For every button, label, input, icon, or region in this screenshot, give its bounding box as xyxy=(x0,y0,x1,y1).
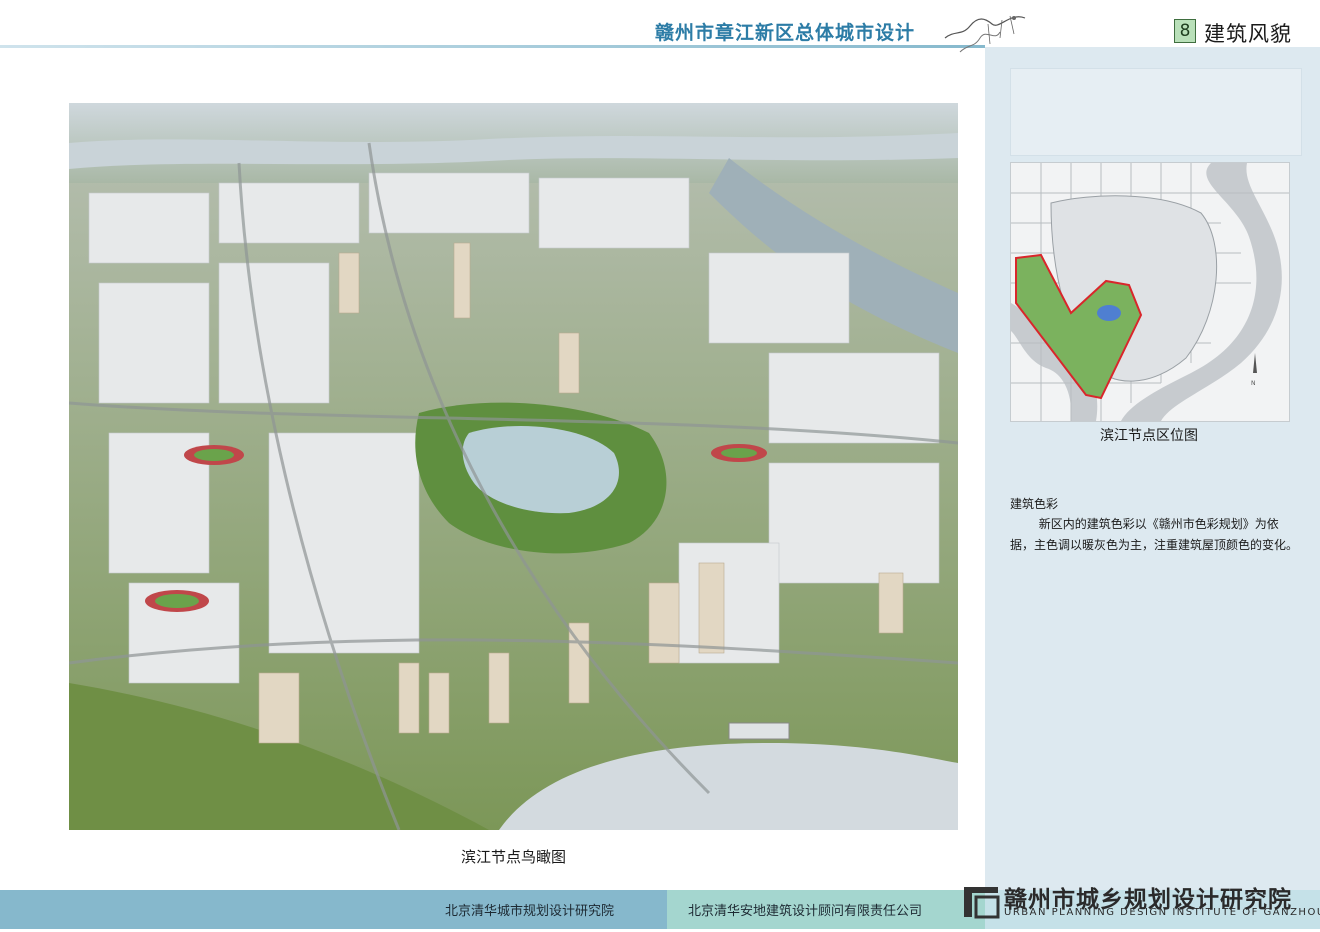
section-title: 建筑风貌 xyxy=(1204,22,1292,46)
footer-tsinghua-institute: 北京清华城市规划设计研究院 xyxy=(445,904,615,919)
header-rule xyxy=(0,45,985,48)
section-number-badge: 8 xyxy=(1174,19,1196,43)
ganzhou-institute-logo xyxy=(964,887,1000,919)
color-section-heading: 建筑色彩 xyxy=(1010,497,1059,511)
aerial-view-image xyxy=(69,103,958,830)
location-map-image: N xyxy=(1010,162,1290,422)
svg-text:N: N xyxy=(1251,380,1256,387)
header-title: 赣州市章江新区总体城市设计 xyxy=(655,22,916,44)
footer-tsinghua-andi: 北京清华安地建筑设计顾问有限责任公司 xyxy=(688,904,923,919)
location-map-caption: 滨江节点区位图 xyxy=(1100,428,1198,444)
aerial-view-caption: 滨江节点鸟瞰图 xyxy=(460,848,566,866)
side-info-box xyxy=(1010,68,1302,156)
footer-ganzhou-institute-en: URBAN PLANNING DESIGN INSTITUTE OF GANZH… xyxy=(1004,907,1320,918)
color-section-text: 新区内的建筑色彩以《赣州市色彩规划》为依据，主色调以暖灰色为主，注重建筑屋顶颜色… xyxy=(1010,517,1299,552)
